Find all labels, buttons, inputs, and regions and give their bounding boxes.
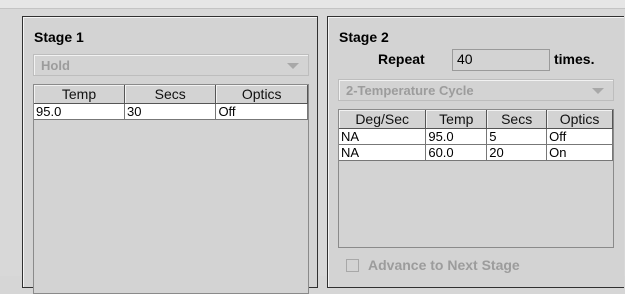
top-strip: [0, 0, 625, 9]
stage-2-col-optics[interactable]: Optics: [546, 110, 613, 129]
stage-2-col-secs[interactable]: Secs: [486, 110, 548, 129]
stage-2-col-deg-sec[interactable]: Deg/Sec: [339, 110, 427, 129]
stage-1-title: Stage 1: [34, 29, 84, 45]
stage-1-panel: Stage 1 Hold Temp Secs Optics 95.0 30 Of…: [22, 16, 318, 294]
table-cell[interactable]: 95.0: [34, 103, 125, 120]
repeat-count-input[interactable]: 40: [452, 49, 550, 71]
advance-label: Advance to Next Stage: [368, 257, 520, 273]
stage-1-col-temp[interactable]: Temp: [34, 85, 125, 104]
stage-1-col-secs[interactable]: Secs: [124, 85, 217, 104]
table-cell[interactable]: 20: [486, 144, 548, 161]
table-row[interactable]: NA 95.0 5 Off: [339, 128, 613, 145]
table-cell[interactable]: Off: [546, 128, 613, 145]
stage-2-step-type-dropdown[interactable]: 2-Temperature Cycle: [338, 79, 614, 101]
table-cell[interactable]: 60.0: [425, 144, 488, 161]
stage-2-col-temp[interactable]: Temp: [425, 110, 488, 129]
stage-1-header-row: Temp Secs Optics: [34, 85, 308, 104]
table-cell[interactable]: Off: [215, 103, 308, 120]
stage-2-step-type-value: 2-Temperature Cycle: [346, 83, 474, 98]
stage-2-title: Stage 2: [339, 29, 389, 45]
repeat-label: Repeat: [378, 51, 425, 67]
stage-2-header-row: Deg/Sec Temp Secs Optics: [339, 110, 613, 129]
stage-1-col-optics[interactable]: Optics: [215, 85, 308, 104]
table-cell[interactable]: 30: [124, 103, 217, 120]
table-row[interactable]: NA 60.0 20 On: [339, 144, 613, 161]
chevron-down-icon: [287, 63, 299, 69]
times-label: times.: [554, 51, 595, 67]
table-cell[interactable]: NA: [339, 144, 427, 161]
table-row[interactable]: 95.0 30 Off: [34, 103, 308, 120]
advance-checkbox[interactable]: [346, 259, 359, 272]
stage-1-step-type-value: Hold: [41, 58, 70, 73]
table-cell[interactable]: 95.0: [425, 128, 488, 145]
stage-2-table: Deg/Sec Temp Secs Optics NA 95.0 5 Off N…: [338, 109, 614, 248]
table-cell[interactable]: 5: [486, 128, 548, 145]
table-cell[interactable]: On: [546, 144, 613, 161]
chevron-down-icon: [592, 88, 604, 94]
stage-2-panel: Stage 2 Repeat 40 times. 2-Temperature C…: [327, 16, 624, 288]
table-cell[interactable]: NA: [339, 128, 427, 145]
stage-1-table: Temp Secs Optics 95.0 30 Off: [33, 84, 309, 294]
stage-1-step-type-dropdown[interactable]: Hold: [33, 54, 309, 76]
